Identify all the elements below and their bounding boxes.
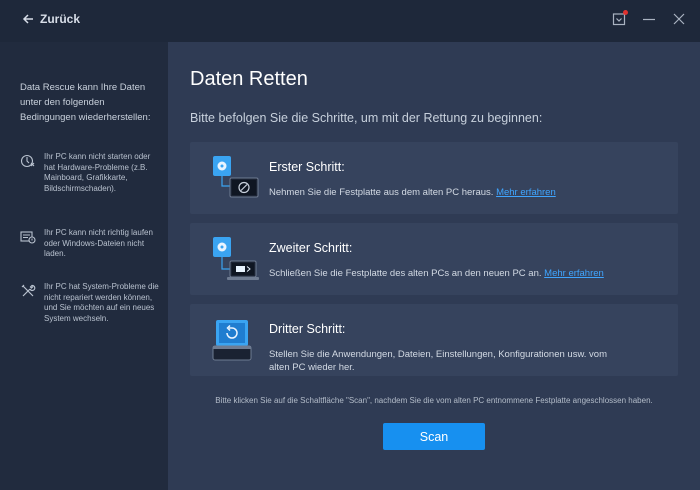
step-title: Zweiter Schritt: <box>269 241 353 255</box>
page-title: Daten Retten <box>190 68 308 90</box>
minimize-icon <box>643 18 655 21</box>
step-description: Nehmen Sie die Festplatte aus dem alten … <box>269 186 629 199</box>
step-description: Schließen Sie die Festplatte des alten P… <box>269 267 629 280</box>
sidebar-item-label: Ihr PC kann nicht starten oder hat Hardw… <box>44 152 151 193</box>
step-text: Schließen Sie die Festplatte des alten P… <box>269 268 542 279</box>
back-label: Zurück <box>40 12 81 26</box>
broken-pc-icon <box>20 153 36 169</box>
back-button[interactable]: Zurück <box>22 12 80 26</box>
sidebar-item-label: Ihr PC kann nicht richtig laufen oder Wi… <box>44 228 153 258</box>
main-panel: Daten Retten Bitte befolgen Sie die Schr… <box>168 42 700 490</box>
remove-disk-icon <box>210 154 260 204</box>
sidebar-item-system: Ihr PC hat System-Probleme die nicht rep… <box>20 282 160 324</box>
sidebar-item-label: Ihr PC hat System-Probleme die nicht rep… <box>44 282 159 323</box>
sidebar-intro: Data Rescue kann Ihre Daten unter den fo… <box>20 82 151 123</box>
close-button[interactable] <box>672 12 686 26</box>
connect-disk-icon <box>210 235 260 285</box>
windows-error-icon <box>20 229 36 245</box>
title-bar: Zurück <box>0 0 700 42</box>
sidebar-item-windows: Ihr PC kann nicht richtig laufen oder Wi… <box>20 228 160 260</box>
step-text: Nehmen Sie die Festplatte aus dem alten … <box>269 187 494 198</box>
tools-icon <box>20 283 36 299</box>
notification-badge <box>623 10 628 15</box>
restore-pc-icon <box>210 316 260 366</box>
notification-button[interactable] <box>612 10 628 26</box>
learn-more-link[interactable]: Mehr erfahren <box>544 268 604 279</box>
scan-button[interactable]: Scan <box>383 423 485 450</box>
sidebar: Data Rescue kann Ihre Daten unter den fo… <box>0 42 168 490</box>
step-title: Dritter Schritt: <box>269 322 346 336</box>
sidebar-item-hardware: Ihr PC kann nicht starten oder hat Hardw… <box>20 152 160 194</box>
learn-more-link[interactable]: Mehr erfahren <box>496 187 556 198</box>
arrow-left-icon <box>22 14 33 24</box>
close-icon <box>673 13 685 25</box>
scan-hint: Bitte klicken Sie auf die Schaltfläche "… <box>215 396 653 405</box>
step-card-3: Dritter Schritt: Stellen Sie die Anwendu… <box>190 304 678 376</box>
minimize-button[interactable] <box>642 12 656 26</box>
page-subtitle: Bitte befolgen Sie die Schritte, um mit … <box>190 111 543 125</box>
step-card-1: Erster Schritt: Nehmen Sie die Festplatt… <box>190 142 678 214</box>
step-description: Stellen Sie die Anwendungen, Dateien, Ei… <box>269 349 608 373</box>
step-title: Erster Schritt: <box>269 160 345 174</box>
step-card-2: Zweiter Schritt: Schließen Sie die Festp… <box>190 223 678 295</box>
